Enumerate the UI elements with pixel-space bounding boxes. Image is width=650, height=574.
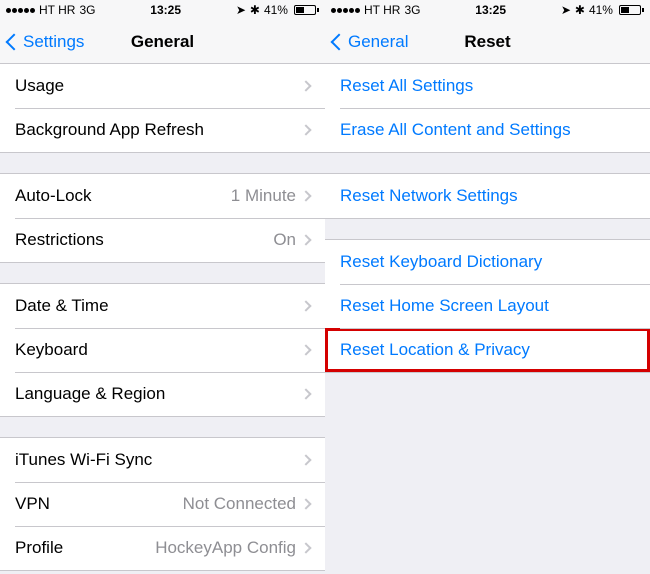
chevron-right-icon: [300, 190, 311, 201]
row-profile[interactable]: ProfileHockeyApp Config: [0, 526, 325, 570]
status-bar: HT HR 3G 13:25 ➤ ✱ 41%: [325, 0, 650, 20]
chevron-right-icon: [300, 124, 311, 135]
row-date-time[interactable]: Date & Time: [0, 284, 325, 328]
row-reset-all-settings[interactable]: Reset All Settings: [325, 64, 650, 108]
content: Usage Background App Refresh Auto-Lock1 …: [0, 64, 325, 574]
battery-pct: 41%: [589, 3, 613, 17]
signal-icon: [6, 8, 35, 13]
row-restrictions[interactable]: RestrictionsOn: [0, 218, 325, 262]
signal-icon: [331, 8, 360, 13]
row-reset-keyboard-dictionary[interactable]: Reset Keyboard Dictionary: [325, 240, 650, 284]
network: 3G: [404, 3, 420, 17]
back-label: Settings: [23, 32, 84, 52]
chevron-right-icon: [300, 344, 311, 355]
page-title: Reset: [464, 32, 510, 52]
bluetooth-icon: ✱: [250, 3, 260, 17]
battery-icon: [617, 5, 644, 15]
row-background-app-refresh[interactable]: Background App Refresh: [0, 108, 325, 152]
network: 3G: [79, 3, 95, 17]
row-reset-network-settings[interactable]: Reset Network Settings: [325, 174, 650, 218]
clock: 13:25: [150, 3, 181, 17]
row-auto-lock[interactable]: Auto-Lock1 Minute: [0, 174, 325, 218]
row-itunes-wifi-sync[interactable]: iTunes Wi-Fi Sync: [0, 438, 325, 482]
row-keyboard[interactable]: Keyboard: [0, 328, 325, 372]
clock: 13:25: [475, 3, 506, 17]
back-label: General: [348, 32, 408, 52]
row-reset-location-privacy[interactable]: Reset Location & Privacy: [325, 328, 650, 372]
row-reset-home-screen-layout[interactable]: Reset Home Screen Layout: [325, 284, 650, 328]
nav-bar: General Reset: [325, 20, 650, 64]
chevron-right-icon: [300, 80, 311, 91]
chevron-right-icon: [300, 300, 311, 311]
row-erase-all-content[interactable]: Erase All Content and Settings: [325, 108, 650, 152]
chevron-right-icon: [300, 542, 311, 553]
row-usage[interactable]: Usage: [0, 64, 325, 108]
row-vpn[interactable]: VPNNot Connected: [0, 482, 325, 526]
carrier: HT HR: [39, 3, 75, 17]
carrier: HT HR: [364, 3, 400, 17]
nav-bar: Settings General: [0, 20, 325, 64]
back-button[interactable]: General: [333, 32, 408, 52]
left-phone: HT HR 3G 13:25 ➤ ✱ 41% Settings General …: [0, 0, 325, 574]
chevron-left-icon: [331, 33, 348, 50]
bluetooth-icon: ✱: [575, 3, 585, 17]
location-icon: ➤: [561, 3, 571, 17]
right-phone: HT HR 3G 13:25 ➤ ✱ 41% General Reset Res…: [325, 0, 650, 574]
page-title: General: [131, 32, 194, 52]
content: Reset All Settings Erase All Content and…: [325, 64, 650, 574]
battery-pct: 41%: [264, 3, 288, 17]
status-bar: HT HR 3G 13:25 ➤ ✱ 41%: [0, 0, 325, 20]
chevron-right-icon: [300, 388, 311, 399]
chevron-right-icon: [300, 498, 311, 509]
battery-icon: [292, 5, 319, 15]
back-button[interactable]: Settings: [8, 32, 84, 52]
chevron-right-icon: [300, 234, 311, 245]
chevron-left-icon: [6, 33, 23, 50]
row-language-region[interactable]: Language & Region: [0, 372, 325, 416]
location-icon: ➤: [236, 3, 246, 17]
chevron-right-icon: [300, 454, 311, 465]
